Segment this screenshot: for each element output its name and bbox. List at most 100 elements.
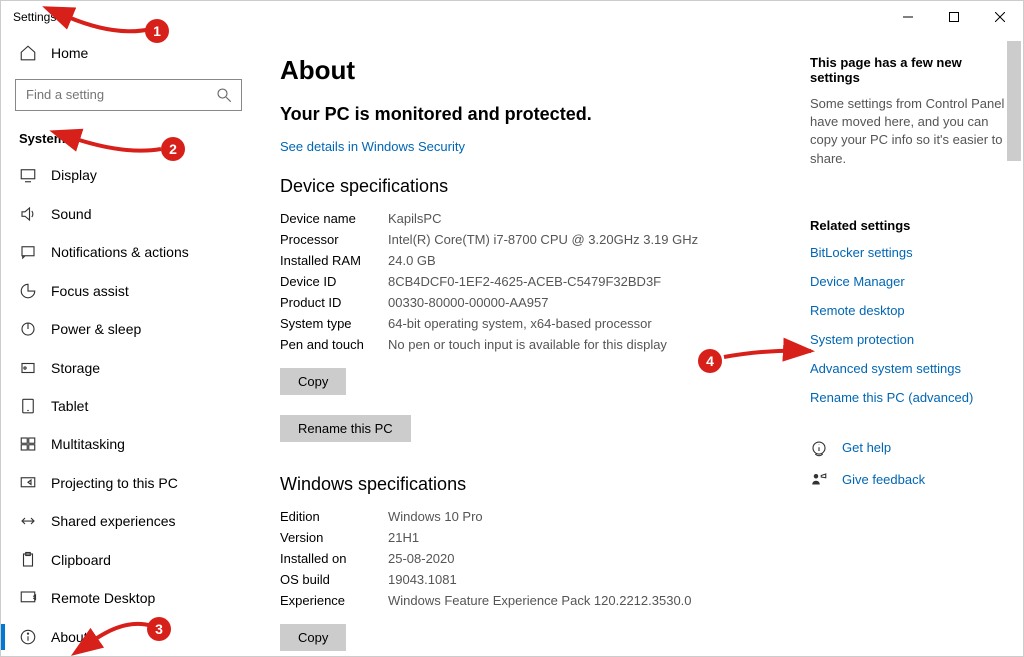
sidebar-home[interactable]: Home — [1, 33, 256, 73]
spec-value: 25-08-2020 — [388, 551, 455, 566]
device-spec-heading: Device specifications — [280, 176, 790, 197]
sidebar: Home System Display Sound Notifications … — [1, 33, 256, 656]
sidebar-item-label: Notifications & actions — [51, 244, 189, 260]
sidebar-category: System — [1, 121, 256, 156]
spec-value: No pen or touch input is available for t… — [388, 337, 667, 352]
spec-value: KapilsPC — [388, 211, 441, 226]
new-settings-heading: This page has a few new settings — [810, 55, 1013, 85]
content: About Your PC is monitored and protected… — [256, 33, 1023, 656]
sidebar-item-remote-desktop[interactable]: Remote Desktop — [1, 579, 256, 617]
search-input[interactable] — [24, 86, 215, 103]
multitasking-icon — [19, 435, 37, 453]
device-spec-table: Device nameKapilsPC ProcessorIntel(R) Co… — [280, 211, 790, 352]
sidebar-item-power[interactable]: Power & sleep — [1, 310, 256, 348]
device-manager-link[interactable]: Device Manager — [810, 274, 1013, 289]
feedback-icon — [810, 471, 828, 489]
sound-icon — [19, 205, 37, 223]
sidebar-item-label: Multitasking — [51, 436, 125, 452]
related-heading: Related settings — [810, 218, 1013, 233]
windows-spec-table: EditionWindows 10 Pro Version21H1 Instal… — [280, 509, 790, 608]
help-icon — [810, 439, 828, 457]
spec-label: Device name — [280, 211, 388, 226]
spec-label: Installed on — [280, 551, 388, 566]
page-title: About — [280, 55, 790, 86]
sidebar-home-label: Home — [51, 45, 88, 61]
spec-value: 24.0 GB — [388, 253, 436, 268]
storage-icon — [19, 359, 37, 377]
rename-pc-button[interactable]: Rename this PC — [280, 415, 411, 442]
bitlocker-link[interactable]: BitLocker settings — [810, 245, 1013, 260]
copy-windows-button[interactable]: Copy — [280, 624, 346, 651]
sidebar-item-label: About — [51, 629, 88, 645]
feedback-row[interactable]: Give feedback — [810, 471, 1013, 489]
spec-label: Installed RAM — [280, 253, 388, 268]
sidebar-item-shared[interactable]: Shared experiences — [1, 502, 256, 540]
give-feedback-link[interactable]: Give feedback — [842, 472, 925, 487]
spec-label: Device ID — [280, 274, 388, 289]
sidebar-item-multitasking[interactable]: Multitasking — [1, 425, 256, 463]
rename-advanced-link[interactable]: Rename this PC (advanced) — [810, 390, 1013, 405]
system-protection-link[interactable]: System protection — [810, 332, 1013, 347]
minimize-button[interactable] — [885, 1, 931, 33]
remote-desktop-link[interactable]: Remote desktop — [810, 303, 1013, 318]
sidebar-item-notifications[interactable]: Notifications & actions — [1, 233, 256, 271]
sidebar-item-sound[interactable]: Sound — [1, 194, 256, 232]
new-settings-text: Some settings from Control Panel have mo… — [810, 95, 1013, 168]
security-link[interactable]: See details in Windows Security — [280, 139, 465, 154]
search-icon — [215, 86, 233, 104]
spec-label: Processor — [280, 232, 388, 247]
shared-icon — [19, 512, 37, 530]
sidebar-item-projecting[interactable]: Projecting to this PC — [1, 464, 256, 502]
notifications-icon — [19, 243, 37, 261]
info-icon — [19, 628, 37, 646]
spec-value: 00330-80000-00000-AA957 — [388, 295, 548, 310]
clipboard-icon — [19, 551, 37, 569]
search-box[interactable] — [15, 79, 242, 111]
spec-label: System type — [280, 316, 388, 331]
power-icon — [19, 320, 37, 338]
sidebar-item-tablet[interactable]: Tablet — [1, 387, 256, 425]
focus-icon — [19, 282, 37, 300]
spec-label: Experience — [280, 593, 388, 608]
sidebar-item-label: Focus assist — [51, 283, 129, 299]
spec-label: Pen and touch — [280, 337, 388, 352]
windows-spec-heading: Windows specifications — [280, 474, 790, 495]
maximize-button[interactable] — [931, 1, 977, 33]
sidebar-item-label: Power & sleep — [51, 321, 141, 337]
sidebar-item-label: Storage — [51, 360, 100, 376]
sidebar-item-about[interactable]: About — [1, 618, 256, 656]
spec-value: 21H1 — [388, 530, 419, 545]
sidebar-item-display[interactable]: Display — [1, 156, 256, 194]
help-row[interactable]: Get help — [810, 439, 1013, 457]
spec-value: 64-bit operating system, x64-based proce… — [388, 316, 652, 331]
home-icon — [19, 44, 37, 62]
window-title: Settings — [13, 10, 56, 24]
sidebar-item-label: Display — [51, 167, 97, 183]
sidebar-item-label: Remote Desktop — [51, 590, 155, 606]
spec-label: Edition — [280, 509, 388, 524]
sidebar-item-focus[interactable]: Focus assist — [1, 271, 256, 309]
projecting-icon — [19, 474, 37, 492]
get-help-link[interactable]: Get help — [842, 440, 891, 455]
advanced-settings-link[interactable]: Advanced system settings — [810, 361, 1013, 376]
sidebar-item-label: Tablet — [51, 398, 88, 414]
titlebar: Settings — [1, 1, 1023, 33]
remote-desktop-icon — [19, 589, 37, 607]
spec-value: Windows 10 Pro — [388, 509, 483, 524]
spec-value: 19043.1081 — [388, 572, 457, 587]
sidebar-item-label: Shared experiences — [51, 513, 176, 529]
scrollbar-thumb[interactable] — [1007, 41, 1021, 161]
close-button[interactable] — [977, 1, 1023, 33]
spec-value: 8CB4DCF0-1EF2-4625-ACEB-C5479F32BD3F — [388, 274, 661, 289]
spec-label: OS build — [280, 572, 388, 587]
page-subtitle: Your PC is monitored and protected. — [280, 104, 790, 125]
spec-label: Product ID — [280, 295, 388, 310]
sidebar-item-label: Projecting to this PC — [51, 475, 178, 491]
sidebar-item-storage[interactable]: Storage — [1, 348, 256, 386]
sidebar-item-label: Clipboard — [51, 552, 111, 568]
copy-device-button[interactable]: Copy — [280, 368, 346, 395]
sidebar-item-clipboard[interactable]: Clipboard — [1, 541, 256, 579]
sidebar-item-label: Sound — [51, 206, 91, 222]
spec-value: Windows Feature Experience Pack 120.2212… — [388, 593, 692, 608]
spec-value: Intel(R) Core(TM) i7-8700 CPU @ 3.20GHz … — [388, 232, 698, 247]
